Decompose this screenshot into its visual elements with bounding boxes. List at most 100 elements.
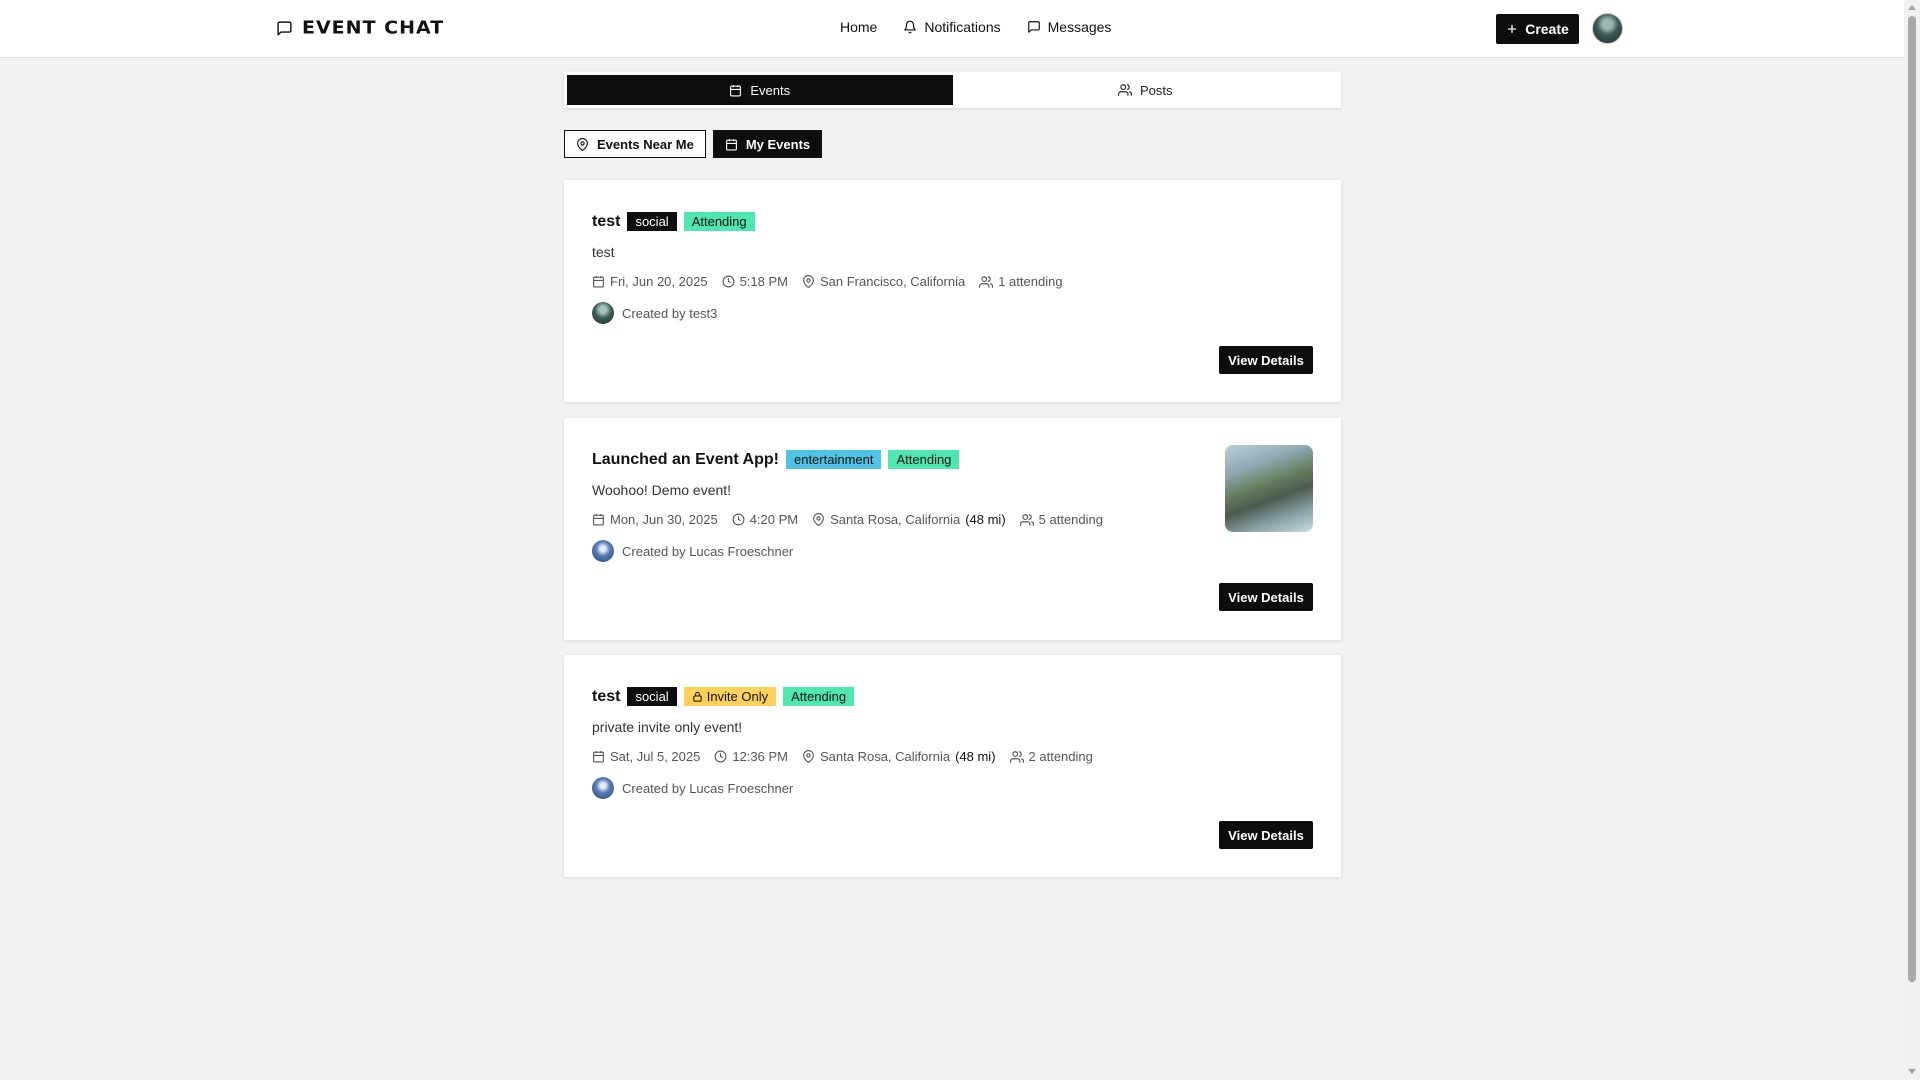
- users-icon: [1009, 750, 1024, 764]
- event-description: private invite only event!: [592, 719, 743, 735]
- event-date: Mon, Jun 30, 2025: [592, 512, 718, 527]
- page-scrollbar[interactable]: [1904, 0, 1920, 1080]
- users-icon: [1117, 83, 1132, 97]
- event-image[interactable]: [1225, 445, 1313, 532]
- logo-text: EVENT CHAT: [302, 17, 445, 39]
- creator-text: Created by test3: [622, 305, 718, 321]
- event-attendees-text: 5 attending: [1038, 512, 1103, 527]
- attending-badge: Attending: [888, 450, 960, 469]
- event-location: San Francisco, California: [802, 274, 965, 289]
- event-location-text: Santa Rosa, California: [820, 749, 951, 764]
- event-meta: Mon, Jun 30, 2025 4:20 PM Santa Rosa, Ca…: [592, 512, 1103, 527]
- clock-icon: [722, 275, 735, 288]
- event-attendees: 2 attending: [1009, 749, 1093, 764]
- clock-icon: [732, 513, 745, 526]
- event-date-text: Sat, Jul 5, 2025: [610, 749, 701, 764]
- creator-text: Created by Lucas Froeschner: [622, 543, 794, 559]
- bell-icon: [903, 20, 917, 34]
- tab-events[interactable]: Events: [567, 75, 953, 105]
- app-logo[interactable]: EVENT CHAT: [276, 17, 444, 39]
- my-events-label: My Events: [745, 136, 811, 152]
- event-title-row: test social Attending: [592, 212, 755, 231]
- event-time: 5:18 PM: [722, 274, 788, 289]
- invite-only-badge: Invite Only: [683, 687, 777, 706]
- tab-posts-label: Posts: [1139, 82, 1173, 98]
- scroll-up-arrow-icon[interactable]: [1908, 5, 1916, 10]
- event-location: Santa Rosa, California (48 mi): [812, 512, 1006, 527]
- nav-messages-label: Messages: [1047, 19, 1112, 35]
- category-badge: social: [627, 212, 677, 231]
- user-avatar[interactable]: [1592, 13, 1623, 44]
- chat-bubble-icon: [276, 20, 293, 37]
- event-card[interactable]: test social Invite Only Attending privat…: [564, 655, 1341, 877]
- event-time: 4:20 PM: [732, 512, 798, 527]
- event-card[interactable]: Launched an Event App! entertainment Att…: [564, 418, 1341, 640]
- nav-home[interactable]: Home: [840, 19, 877, 35]
- event-title-row: Launched an Event App! entertainment Att…: [592, 450, 960, 469]
- nav-messages[interactable]: Messages: [1027, 19, 1112, 35]
- view-details-button[interactable]: View Details: [1219, 821, 1313, 849]
- clock-icon: [714, 750, 727, 763]
- create-button[interactable]: Create: [1496, 14, 1579, 44]
- nav-notifications-label: Notifications: [924, 19, 1001, 35]
- event-creator: Created by Lucas Froeschner: [592, 540, 793, 562]
- event-attendees: 5 attending: [1019, 512, 1103, 527]
- event-meta: Fri, Jun 20, 2025 5:18 PM San Francisco,…: [592, 274, 1063, 289]
- event-creator: Created by test3: [592, 302, 717, 324]
- event-time: 12:36 PM: [714, 749, 788, 764]
- scrollbar-thumb[interactable]: [1908, 16, 1916, 982]
- event-time-text: 12:36 PM: [732, 749, 788, 764]
- map-pin-icon: [812, 513, 825, 526]
- calendar-icon: [729, 84, 742, 97]
- event-filters: Events Near Me My Events: [564, 130, 823, 158]
- event-card[interactable]: test social Attending test Fri, Jun 20, …: [564, 180, 1341, 402]
- event-title: test: [592, 687, 621, 705]
- map-pin-icon: [802, 275, 815, 288]
- view-details-button[interactable]: View Details: [1219, 583, 1313, 611]
- main-nav: Home Notifications Messages: [840, 19, 1111, 35]
- scroll-down-arrow-icon[interactable]: [1908, 1069, 1916, 1074]
- category-badge: entertainment: [785, 450, 882, 469]
- nav-home-label: Home: [840, 19, 878, 35]
- event-date: Sat, Jul 5, 2025: [592, 749, 700, 764]
- invite-only-label: Invite Only: [706, 689, 769, 704]
- users-icon: [1019, 513, 1034, 527]
- top-navbar: EVENT CHAT Home Notifications Messages C…: [0, 0, 1904, 58]
- message-icon: [1027, 20, 1041, 34]
- event-location: Santa Rosa, California (48 mi): [802, 749, 996, 764]
- tab-events-label: Events: [750, 82, 791, 98]
- creator-text: Created by Lucas Froeschner: [622, 780, 794, 796]
- event-time-text: 5:18 PM: [739, 274, 788, 289]
- creator-avatar: [592, 777, 614, 799]
- event-attendees-text: 2 attending: [1028, 749, 1093, 764]
- content-tabs: Events Posts: [564, 72, 1341, 108]
- event-date: Fri, Jun 20, 2025: [592, 274, 708, 289]
- view-details-button[interactable]: View Details: [1219, 346, 1313, 374]
- nav-notifications[interactable]: Notifications: [903, 19, 1001, 35]
- event-location-text: San Francisco, California: [819, 274, 966, 289]
- calendar-icon: [592, 275, 605, 288]
- event-distance: (48 mi): [955, 749, 996, 764]
- users-icon: [979, 275, 994, 289]
- events-near-me-button[interactable]: Events Near Me: [564, 130, 706, 158]
- events-near-me-label: Events Near Me: [597, 136, 694, 152]
- create-button-label: Create: [1525, 21, 1569, 37]
- category-badge: social: [627, 687, 677, 706]
- map-pin-icon: [802, 750, 815, 763]
- my-events-button[interactable]: My Events: [712, 130, 823, 158]
- event-date-text: Mon, Jun 30, 2025: [610, 512, 718, 527]
- map-pin-icon: [576, 137, 589, 151]
- creator-avatar: [592, 540, 614, 562]
- event-time-text: 4:20 PM: [749, 512, 799, 527]
- lock-icon: [692, 691, 703, 702]
- event-creator: Created by Lucas Froeschner: [592, 777, 793, 799]
- event-title: test: [592, 212, 621, 230]
- event-attendees-text: 1 attending: [998, 274, 1063, 289]
- creator-avatar: [592, 302, 614, 324]
- event-location-text: Santa Rosa, California: [830, 512, 961, 527]
- event-title-row: test social Invite Only Attending: [592, 687, 855, 706]
- calendar-icon: [592, 513, 605, 526]
- event-attendees: 1 attending: [979, 274, 1063, 289]
- tab-posts[interactable]: Posts: [953, 75, 1339, 105]
- event-date-text: Fri, Jun 20, 2025: [610, 274, 708, 289]
